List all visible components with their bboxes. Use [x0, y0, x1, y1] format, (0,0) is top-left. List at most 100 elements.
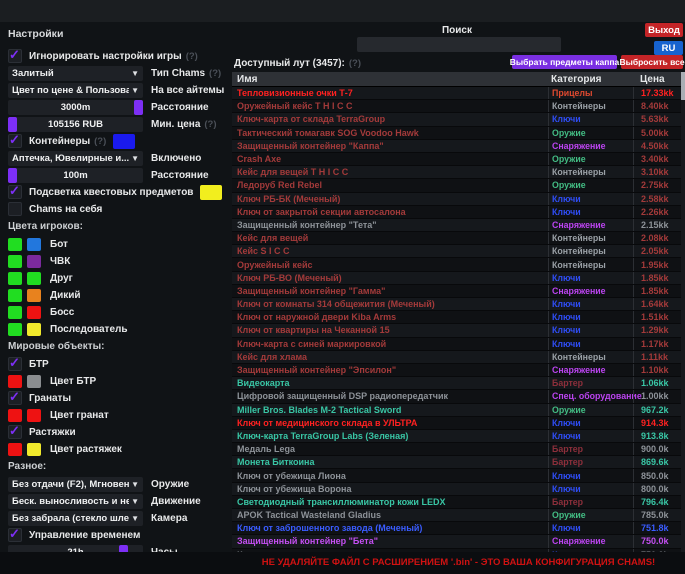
time-control-checkbox[interactable] — [8, 528, 22, 542]
slider-handle[interactable] — [134, 100, 143, 115]
btr-checkbox[interactable] — [8, 357, 22, 371]
loot-row[interactable]: Кейс для вещейКонтейнеры2.08kk — [232, 232, 685, 245]
all-items-dropdown[interactable]: Цвет по цене & Пользователь — [8, 83, 143, 98]
loot-row[interactable]: Кейс для хламаКонтейнеры1.11kk — [232, 351, 685, 364]
column-header-price[interactable]: Цена — [633, 74, 685, 85]
loot-row[interactable]: Ключ от медицинского склада в УЛЬТРАКлюч… — [232, 417, 685, 430]
loot-row[interactable]: Медаль LegaБартер900.0k — [232, 443, 685, 456]
loot-row[interactable]: Тепловизионные очки Т-7Прицелы17.33kk — [232, 87, 685, 100]
item-category: Ключи — [548, 483, 633, 495]
btr-color-swatch-1[interactable] — [8, 375, 22, 388]
loot-row[interactable]: Ключ от наружной двери Kiba ArmsКлючи1.5… — [232, 311, 685, 324]
help-icon[interactable]: (?) — [186, 51, 198, 62]
included-label: Включено — [151, 153, 201, 164]
player-color-swatch-2[interactable] — [27, 238, 41, 251]
loot-row[interactable]: Тактический томагавк SOG Voodoo HawkОруж… — [232, 127, 685, 140]
grenades-checkbox[interactable] — [8, 391, 22, 405]
containers-color-swatch[interactable] — [113, 134, 135, 149]
loot-row[interactable]: Защищенный контейнер "Каппа"Снаряжение4.… — [232, 140, 685, 153]
item-category: Бартер — [548, 377, 633, 389]
help-icon[interactable]: (?) — [209, 68, 221, 79]
loot-row[interactable]: Кейс S I C CКонтейнеры2.05kk — [232, 245, 685, 258]
player-color-swatch-2[interactable] — [27, 323, 41, 336]
player-color-swatch-2[interactable] — [27, 255, 41, 268]
player-color-swatch-1[interactable] — [8, 306, 22, 319]
exit-button[interactable]: Выход — [645, 23, 683, 37]
tripwire-color-swatch-1[interactable] — [8, 443, 22, 456]
dump-all-button[interactable]: Выбросить все — [621, 55, 683, 69]
loot-row[interactable]: Кейс для вещей T H I C CКонтейнеры3.10kk — [232, 166, 685, 179]
item-category: Ключи — [548, 298, 633, 310]
loot-row[interactable]: Ключ от заброшенного завода (Меченый)Клю… — [232, 522, 685, 535]
select-kappa-items-button[interactable]: Выбрать предметы каппа — [512, 55, 617, 69]
player-color-swatch-2[interactable] — [27, 289, 41, 302]
player-color-swatch-1[interactable] — [8, 238, 22, 251]
btr-color-swatch-2[interactable] — [27, 375, 41, 388]
loot-row[interactable]: Цифровой защищенный DSP радиопередатчикС… — [232, 390, 685, 403]
player-color-swatch-1[interactable] — [8, 255, 22, 268]
slider-handle[interactable] — [8, 168, 17, 183]
loot-row[interactable]: Оружейный кейсКонтейнеры1.95kk — [232, 258, 685, 271]
player-color-swatch-1[interactable] — [8, 272, 22, 285]
movement-value: Беск. выносливость и нет уста — [12, 496, 129, 507]
loot-row[interactable]: Miller Bros. Blades M-2 Tactical SwordОр… — [232, 404, 685, 417]
camera-dropdown[interactable]: Без забрала (стекло шлема) — [8, 511, 143, 526]
loot-row[interactable]: Защищенный контейнер "Эпсилон"Снаряжение… — [232, 364, 685, 377]
grenade-color-swatch-1[interactable] — [8, 409, 22, 422]
player-color-swatch-2[interactable] — [27, 306, 41, 319]
loot-row[interactable]: Ключ от убежища ЛионаКлючи850.0k — [232, 469, 685, 482]
help-icon[interactable]: (?) — [204, 119, 216, 130]
loot-row[interactable]: Монета БиткоинаБартер869.6k — [232, 456, 685, 469]
movement-dropdown[interactable]: Беск. выносливость и нет уста — [8, 494, 143, 509]
slider-handle[interactable] — [8, 117, 17, 132]
tripwires-checkbox[interactable] — [8, 425, 22, 439]
item-category: Бартер — [548, 443, 633, 455]
ignore-game-settings-checkbox[interactable] — [8, 49, 22, 63]
item-category: Снаряжение — [548, 219, 633, 231]
distance2-slider[interactable]: 100m — [8, 168, 143, 183]
containers-label: Контейнеры — [29, 136, 90, 147]
quest-highlight-color-swatch[interactable] — [200, 185, 222, 200]
table-scrollbar[interactable] — [681, 72, 685, 552]
language-button[interactable]: RU — [654, 41, 683, 55]
player-color-swatch-1[interactable] — [8, 323, 22, 336]
player-color-swatch-2[interactable] — [27, 272, 41, 285]
loot-row[interactable]: Ключ-карта с синей маркировкойКлючи1.17k… — [232, 338, 685, 351]
distance-slider[interactable]: 3000m — [8, 100, 143, 115]
loot-row[interactable]: Ледоруб Red RebelОружие2.75kk — [232, 179, 685, 192]
included-dropdown[interactable]: Аптечка, Ювелирные и... — [8, 151, 143, 166]
loot-row[interactable]: Crash AxeОружие3.40kk — [232, 153, 685, 166]
loot-row[interactable]: Ключ РБ-БК (Меченый)Ключи2.58kk — [232, 193, 685, 206]
grenade-color-swatch-2[interactable] — [27, 409, 41, 422]
column-header-name[interactable]: Имя — [232, 74, 548, 85]
column-header-category[interactable]: Категория — [548, 74, 633, 85]
loot-row[interactable]: Ключ от квартиры на Чеканной 15Ключи1.29… — [232, 324, 685, 337]
containers-checkbox[interactable] — [8, 134, 22, 148]
search-input[interactable] — [357, 37, 561, 52]
min-price-slider[interactable]: 105156 RUB — [8, 117, 143, 132]
chams-self-checkbox[interactable] — [8, 202, 22, 216]
loot-row[interactable]: ВидеокартаБартер1.06kk — [232, 377, 685, 390]
player-color-swatch-1[interactable] — [8, 289, 22, 302]
weapon-label: Оружие — [151, 479, 189, 490]
chams-type-dropdown[interactable]: Залитый — [8, 66, 143, 81]
loot-row[interactable]: Ключ от убежища ВоронаКлючи800.0k — [232, 483, 685, 496]
weapon-dropdown[interactable]: Без отдачи (F2), Мгновенное п — [8, 477, 143, 492]
loot-row[interactable]: Ключ-карта от склада TerraGroupКлючи5.63… — [232, 113, 685, 126]
tripwire-color-swatch-2[interactable] — [27, 443, 41, 456]
loot-row[interactable]: Защищенный контейнер "Бета"Снаряжение750… — [232, 535, 685, 548]
loot-row[interactable]: Защищенный контейнер "Тета"Снаряжение2.1… — [232, 219, 685, 232]
loot-row[interactable]: Светодиодный трансиллюминатор кожи LEDXБ… — [232, 496, 685, 509]
scrollbar-thumb[interactable] — [681, 72, 685, 100]
loot-row[interactable]: Оружейный кейс T H I C CКонтейнеры8.40kk — [232, 100, 685, 113]
help-icon[interactable]: (?) — [349, 58, 361, 69]
loot-row[interactable]: APOK Tactical Wasteland GladiusОружие785… — [232, 509, 685, 522]
quest-highlight-checkbox[interactable] — [8, 185, 22, 199]
loot-row[interactable]: Ключ-карта TerraGroup Labs (Зеленая)Ключ… — [232, 430, 685, 443]
help-icon[interactable]: (?) — [94, 136, 106, 147]
loot-row[interactable]: Ключ от комнаты 314 общежития (Меченый)К… — [232, 298, 685, 311]
loot-row[interactable]: Защищенный контейнер "Гамма"Снаряжение1.… — [232, 285, 685, 298]
loot-row[interactable]: Ключ РБ-ВО (Меченый)Ключи1.85kk — [232, 272, 685, 285]
loot-row[interactable]: Ключ от закрытой секции автосалонаКлючи2… — [232, 206, 685, 219]
distance2-row: 100m Расстояние — [8, 168, 230, 182]
